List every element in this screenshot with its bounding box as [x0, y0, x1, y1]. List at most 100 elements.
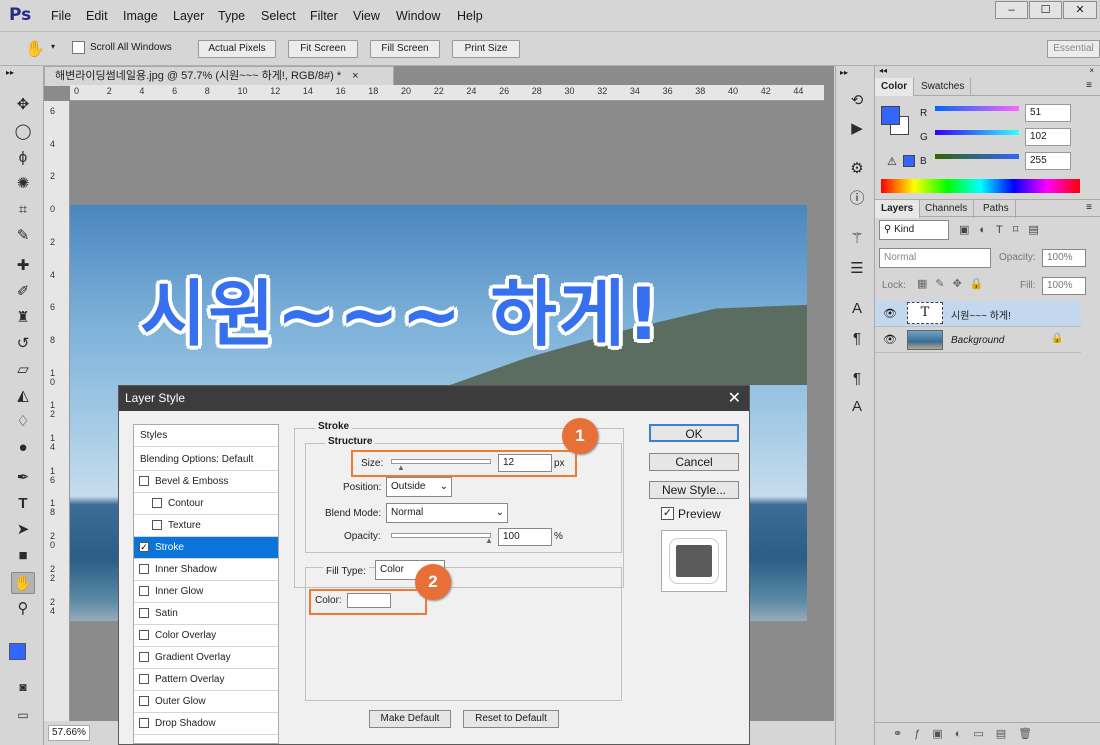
checkbox[interactable] — [152, 520, 162, 531]
style-item-drop-shadow[interactable]: Drop Shadow — [134, 713, 278, 735]
make-default-button[interactable]: Make Default — [369, 710, 451, 728]
style-item-pattern-overlay[interactable]: Pattern Overlay — [134, 669, 278, 691]
actions-icon[interactable]: ▶ — [846, 118, 868, 140]
character-styles-icon[interactable]: A — [846, 396, 868, 418]
history-icon[interactable]: ⟲ — [846, 90, 868, 112]
fit-screen-button[interactable]: Fit Screen — [288, 40, 358, 58]
crop-tool-icon[interactable]: ⌗ — [11, 199, 35, 221]
expand-icon[interactable]: ▸▸ — [840, 68, 848, 77]
adjustments-icon[interactable]: ☰ — [846, 258, 868, 280]
checkbox[interactable]: ✓ — [139, 542, 149, 553]
hand-tool-icon[interactable]: ✋ — [11, 572, 35, 594]
print-size-button[interactable]: Print Size — [452, 40, 520, 58]
shape-tool-icon[interactable]: ■ — [11, 545, 35, 567]
scroll-all-checkbox[interactable] — [72, 41, 85, 54]
layer-filter-select[interactable]: ⚲ Kind — [879, 220, 949, 240]
tab-swatches[interactable]: Swatches — [915, 78, 972, 96]
opacity-field[interactable]: 100 — [498, 528, 552, 546]
move-tool-icon[interactable]: ✥ — [11, 94, 35, 116]
new-style-button[interactable]: New Style... — [649, 481, 739, 499]
marquee-tool-icon[interactable]: ◯ — [11, 121, 35, 143]
close-icon[interactable]: ✕ — [728, 388, 741, 408]
screen-mode-icon[interactable]: ▭ — [11, 704, 35, 726]
position-select[interactable]: Outside ⌄ — [386, 477, 452, 497]
menu-type[interactable]: Type — [218, 9, 245, 23]
checkbox[interactable] — [139, 674, 149, 685]
checkbox[interactable] — [139, 608, 149, 619]
minimize-button[interactable]: – — [995, 1, 1028, 19]
quick-mask-icon[interactable]: ◙ — [11, 676, 35, 698]
b-value[interactable]: 255 — [1025, 152, 1071, 170]
menu-view[interactable]: View — [353, 9, 380, 23]
menu-select[interactable]: Select — [261, 9, 296, 23]
maximize-button[interactable]: ☐ — [1029, 1, 1062, 19]
checkbox[interactable] — [139, 586, 149, 597]
ok-button[interactable]: OK — [649, 424, 739, 442]
checkbox[interactable] — [139, 718, 149, 729]
checkbox[interactable] — [152, 498, 162, 509]
panel-menu-icon[interactable]: ≡ — [1086, 202, 1092, 213]
tab-color[interactable]: Color — [875, 78, 915, 96]
color-fg-swatch[interactable] — [881, 106, 900, 125]
lock-icons[interactable]: ▦✎✥🔒 — [917, 277, 992, 290]
zoom-tool-icon[interactable]: ⚲ — [11, 598, 35, 620]
web-color-swatch[interactable] — [903, 155, 915, 167]
workspace-button[interactable]: Essential — [1047, 40, 1100, 58]
blend-mode-select[interactable]: Normal — [879, 248, 991, 268]
tab-paths[interactable]: Paths — [977, 200, 1016, 218]
hand-tool-icon[interactable]: ✋ — [25, 39, 45, 59]
layer-row-background[interactable]: 👁 Background 🔒 — [875, 327, 1081, 353]
styles-header[interactable]: Styles — [134, 425, 278, 447]
color-spectrum[interactable] — [881, 179, 1080, 193]
style-item-stroke[interactable]: ✓ Stroke — [134, 537, 278, 559]
blur-tool-icon[interactable]: ♢ — [11, 411, 35, 433]
opacity-slider[interactable] — [391, 533, 491, 538]
layer-name[interactable]: Background — [951, 335, 1004, 346]
menu-filter[interactable]: Filter — [310, 9, 338, 23]
size-slider[interactable] — [391, 459, 491, 464]
blending-options[interactable]: Blending Options: Default — [134, 449, 278, 471]
style-item-texture[interactable]: Texture — [134, 515, 278, 537]
eraser-tool-icon[interactable]: ▱ — [11, 359, 35, 381]
history-brush-icon[interactable]: ↺ — [11, 333, 35, 355]
eye-icon[interactable]: 👁 — [883, 333, 897, 346]
blend-mode-select[interactable]: Normal ⌄ — [386, 503, 508, 523]
menu-help[interactable]: Help — [457, 9, 483, 23]
document-tab[interactable]: 해변라이딩썸네일용.jpg @ 57.7% (시원~~~ 하게!, RGB/8#… — [44, 66, 394, 86]
healing-tool-icon[interactable]: ✚ — [11, 255, 35, 277]
filter-icons[interactable]: ▣◐T⌑▤ — [959, 223, 1049, 236]
style-item-color-overlay[interactable]: Color Overlay — [134, 625, 278, 647]
r-value[interactable]: 51 — [1025, 104, 1071, 122]
style-item-bevel-emboss[interactable]: Bevel & Emboss — [134, 471, 278, 493]
menu-window[interactable]: Window — [396, 9, 440, 23]
tab-layers[interactable]: Layers — [875, 200, 921, 218]
checkbox[interactable] — [139, 630, 149, 641]
expand-icon[interactable]: ▸▸ — [6, 68, 14, 77]
panel-menu-icon[interactable]: ≡ — [1086, 80, 1092, 91]
foreground-color-swatch[interactable] — [9, 643, 26, 660]
checkbox[interactable] — [139, 696, 149, 707]
style-item-inner-shadow[interactable]: Inner Shadow — [134, 559, 278, 581]
collapse-icon[interactable]: ◂◂ — [879, 66, 887, 75]
cancel-button[interactable]: Cancel — [649, 453, 739, 471]
paragraph-styles-icon[interactable]: ¶ — [846, 368, 868, 390]
fill-field[interactable]: 100% — [1042, 277, 1086, 295]
chevron-down-icon[interactable]: ▾ — [51, 42, 55, 51]
properties-icon[interactable]: ⚙ — [846, 158, 868, 180]
slider-thumb[interactable]: ▲ — [397, 463, 405, 472]
style-item-satin[interactable]: Satin — [134, 603, 278, 625]
eyedropper-tool-icon[interactable]: ✎ — [11, 225, 35, 247]
path-select-icon[interactable]: ➤ — [11, 519, 35, 541]
layer-name[interactable]: 시원~~~ 하게! — [951, 307, 1011, 322]
close-tab-icon[interactable]: × — [352, 70, 358, 82]
r-slider[interactable] — [935, 106, 1019, 111]
menu-edit[interactable]: Edit — [86, 9, 108, 23]
layers-footer-icons[interactable]: ⚭ƒ▣◐▭▤🗑 — [875, 722, 1100, 745]
menu-image[interactable]: Image — [123, 9, 158, 23]
checkbox[interactable] — [139, 652, 149, 663]
bucket-tool-icon[interactable]: ◭ — [11, 385, 35, 407]
reset-default-button[interactable]: Reset to Default — [463, 710, 559, 728]
menu-layer[interactable]: Layer — [173, 9, 204, 23]
preview-checkbox[interactable]: ✓ — [661, 507, 674, 520]
close-window-button[interactable]: ✕ — [1063, 1, 1097, 19]
